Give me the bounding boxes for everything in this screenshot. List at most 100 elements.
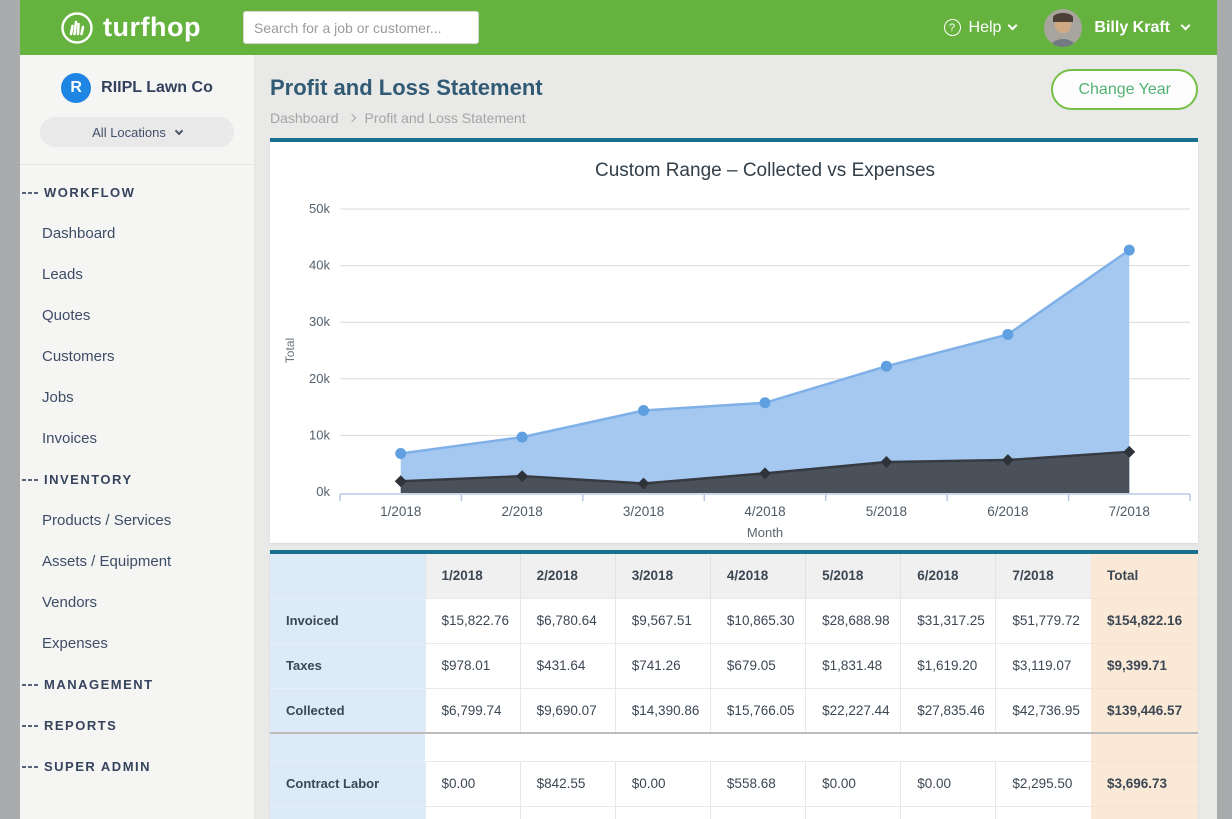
row-label: Contract Labor <box>270 761 425 806</box>
cell-value: $1,770.00 <box>996 806 1091 819</box>
dashes-icon <box>22 725 38 727</box>
pl-chart: Custom Range – Collected vs Expenses0k10… <box>270 142 1198 543</box>
svg-text:Month: Month <box>747 525 783 540</box>
sidebar-item-quotes[interactable]: Quotes <box>20 295 254 336</box>
section-label: SUPER ADMIN <box>44 759 151 774</box>
cell-row-total: $3,696.73 <box>1091 761 1198 806</box>
svg-text:50k: 50k <box>309 201 330 216</box>
company-switcher[interactable]: R RIIPL Lawn Co <box>20 55 254 103</box>
cell-row-total: $154,822.16 <box>1091 598 1198 643</box>
cell-row-total: $2,090.00 <box>1091 806 1198 819</box>
sidebar-item-dashboard[interactable]: Dashboard <box>20 213 254 254</box>
svg-text:7/2018: 7/2018 <box>1109 504 1150 519</box>
dashes-icon <box>22 192 38 194</box>
cell-value: $9,690.07 <box>520 688 615 733</box>
cell-value: $6,799.74 <box>425 688 520 733</box>
breadcrumb-chevron-icon <box>347 114 355 122</box>
location-selector[interactable]: All Locations <box>40 117 234 147</box>
location-selector-label: All Locations <box>92 125 166 140</box>
sidebar-item-vendors[interactable]: Vendors <box>20 582 254 623</box>
sidebar-section-super-admin[interactable]: SUPER ADMIN <box>20 746 254 787</box>
cell-value: $978.01 <box>425 643 520 688</box>
sidebar-item-expenses[interactable]: Expenses <box>20 623 254 664</box>
sidebar: R RIIPL Lawn Co All Locations WORKFLOW Da… <box>20 55 255 819</box>
breadcrumb-dashboard[interactable]: Dashboard <box>270 110 339 126</box>
cell-value: $0.00 <box>806 761 901 806</box>
spacer-cell <box>425 733 1091 761</box>
cell-row-total: $139,446.57 <box>1091 688 1198 733</box>
chevron-down-icon <box>1181 21 1191 31</box>
sidebar-item-invoices[interactable]: Invoices <box>20 418 254 459</box>
sidebar-item-customers[interactable]: Customers <box>20 336 254 377</box>
cell-value: $842.55 <box>520 761 615 806</box>
help-label: Help <box>969 19 1002 37</box>
row-label: Equipment Rental <box>270 806 425 819</box>
column-header-month: 7/2018 <box>996 554 1091 598</box>
sidebar-item-leads[interactable]: Leads <box>20 254 254 295</box>
table-row-invoiced: Invoiced$15,822.76$6,780.64$9,567.51$10,… <box>270 598 1198 643</box>
cell-value: $51,779.72 <box>996 598 1091 643</box>
cell-value: $0.00 <box>425 761 520 806</box>
pl-chart-card: Custom Range – Collected vs Expenses0k10… <box>270 138 1198 543</box>
svg-text:6/2018: 6/2018 <box>987 504 1028 519</box>
scrollbar-track[interactable] <box>1217 0 1232 819</box>
table-row-collected: Collected$6,799.74$9,690.07$14,390.86$15… <box>270 688 1198 733</box>
column-header-month: 6/2018 <box>901 554 996 598</box>
cell-value: $0.00 <box>520 806 615 819</box>
search-input[interactable] <box>243 11 479 44</box>
svg-text:40k: 40k <box>309 258 330 273</box>
user-menu[interactable]: Billy Kraft <box>1044 9 1189 47</box>
row-label: Invoiced <box>270 598 425 643</box>
section-label: WORKFLOW <box>44 185 135 200</box>
sidebar-section-workflow[interactable]: WORKFLOW <box>20 172 254 213</box>
brand-wordmark: turfhop <box>103 12 201 43</box>
cell-value: $1,619.20 <box>901 643 996 688</box>
change-year-button[interactable]: Change Year <box>1051 69 1198 110</box>
cell-value: $31,317.25 <box>901 598 996 643</box>
svg-text:30k: 30k <box>309 314 330 329</box>
cell-value: $3,119.07 <box>996 643 1091 688</box>
app-window: turfhop ? Help Billy Kraft R RIIPL Lawn … <box>20 0 1217 819</box>
cell-value: $0.00 <box>806 806 901 819</box>
breadcrumb: Dashboard Profit and Loss Statement <box>270 110 1202 126</box>
cell-value: $28,688.98 <box>806 598 901 643</box>
spacer-cell <box>270 733 425 761</box>
chevron-down-icon <box>175 126 183 134</box>
column-header-month: 1/2018 <box>425 554 520 598</box>
company-avatar: R <box>61 73 91 103</box>
page-header: Profit and Loss Statement Dashboard Prof… <box>255 55 1217 126</box>
row-label: Collected <box>270 688 425 733</box>
svg-text:10k: 10k <box>309 427 330 442</box>
sidebar-item-products-services[interactable]: Products / Services <box>20 500 254 541</box>
cell-value: $0.00 <box>710 806 805 819</box>
sidebar-section-reports[interactable]: REPORTS <box>20 705 254 746</box>
cell-value: $10,865.30 <box>710 598 805 643</box>
column-header-month: 4/2018 <box>710 554 805 598</box>
help-icon: ? <box>944 19 961 36</box>
svg-text:Total: Total <box>283 338 297 363</box>
dashes-icon <box>22 479 38 481</box>
section-label: REPORTS <box>44 718 117 733</box>
sidebar-section-inventory[interactable]: INVENTORY <box>20 459 254 500</box>
help-menu[interactable]: ? Help <box>944 19 1017 37</box>
sidebar-item-jobs[interactable]: Jobs <box>20 377 254 418</box>
svg-text:4/2018: 4/2018 <box>744 504 785 519</box>
app-logo[interactable]: turfhop <box>60 11 201 45</box>
section-label: INVENTORY <box>44 472 133 487</box>
grass-logo-icon <box>60 11 94 45</box>
sidebar-section-management[interactable]: MANAGEMENT <box>20 664 254 705</box>
topbar: turfhop ? Help Billy Kraft <box>20 0 1217 55</box>
cell-value: $22,227.44 <box>806 688 901 733</box>
dashes-icon <box>22 684 38 686</box>
user-name: Billy Kraft <box>1094 19 1170 37</box>
svg-text:3/2018: 3/2018 <box>623 504 664 519</box>
cell-value: $0.00 <box>901 761 996 806</box>
cell-value: $6,780.64 <box>520 598 615 643</box>
pl-table-card: 1/20182/20183/20184/20185/20186/20187/20… <box>270 550 1198 819</box>
sidebar-item-assets-equipment[interactable]: Assets / Equipment <box>20 541 254 582</box>
column-header-month: 2/2018 <box>520 554 615 598</box>
cell-value: $0.00 <box>615 806 710 819</box>
row-label: Taxes <box>270 643 425 688</box>
dashes-icon <box>22 766 38 768</box>
cell-value: $0.00 <box>615 761 710 806</box>
